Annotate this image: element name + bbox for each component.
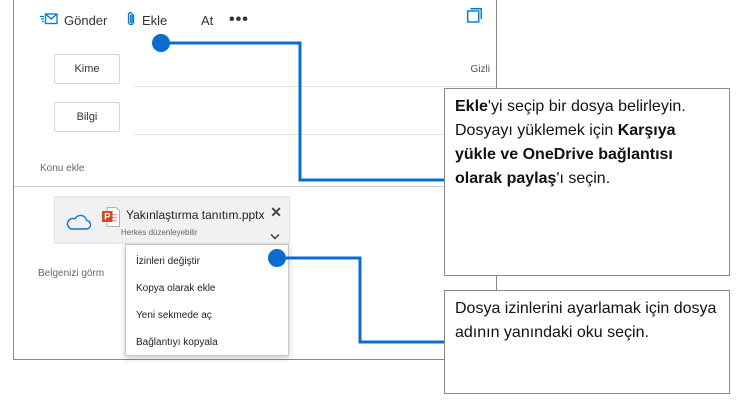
menu-item-change-permissions[interactable]: İzinleri değiştir [126,248,288,275]
paperclip-icon [127,11,142,29]
callout-attach-text-2: 'ı seçin. [556,170,611,187]
chevron-down-icon[interactable] [270,227,280,245]
menu-item-copy-link[interactable]: Bağlantıyı kopyala [126,329,288,356]
send-icon [40,12,64,28]
message-body-input[interactable]: Belgenizi görm [38,268,104,279]
discard-label: At [201,12,214,28]
send-button[interactable]: Gönder [40,11,107,29]
subject-divider [14,186,496,187]
attachment-permission: Herkes düzenleyebilir [121,228,198,237]
attach-label: Ekle [142,12,168,28]
more-label: ••• [229,11,249,28]
attachment-card[interactable]: Yakınlaştırma tanıtım.pptx Herkes düzenl… [54,196,290,244]
callout-attach: Ekle'yi seçip bir dosya belirleyin. Dosy… [444,88,730,276]
remove-attachment-icon[interactable]: ✕ [270,204,282,221]
callout-permissions: Dosya izinlerini ayarlamak için dosya ad… [444,290,730,394]
onedrive-cloud-icon [65,214,92,235]
attachment-file-name[interactable]: Yakınlaştırma tanıtım.pptx [126,208,265,222]
to-field-button[interactable]: Kime [54,54,120,84]
attachment-options-menu: İzinleri değiştir Kopya olarak ekle Yeni… [125,244,289,356]
callout-attach-bold-1: Ekle [455,98,488,115]
discard-button[interactable]: At [201,11,213,29]
powerpoint-file-icon [102,207,120,232]
subject-input[interactable]: Konu ekle [40,163,84,174]
compose-toolbar: Gönder Ekle At ••• [14,0,496,40]
attach-button[interactable]: Ekle [127,11,167,29]
stage: Gönder Ekle At ••• Kime Gizli Bilgi Konu… [0,0,738,402]
bcc-link[interactable]: Gizli [471,64,490,75]
cc-input-line[interactable] [134,134,496,135]
to-input-line[interactable] [134,86,496,87]
more-options-button[interactable]: ••• [229,11,249,29]
callout-permissions-text: Dosya izinlerini ayarlamak için dosya ad… [455,300,717,341]
cc-field-button[interactable]: Bilgi [54,102,120,132]
cc-label: Bilgi [76,111,98,123]
send-label: Gönder [64,12,108,28]
to-label: Kime [74,63,100,75]
popout-icon[interactable] [467,8,482,28]
menu-item-attach-as-copy[interactable]: Kopya olarak ekle [126,275,288,302]
menu-item-open-new-tab[interactable]: Yeni sekmede aç [126,302,288,329]
